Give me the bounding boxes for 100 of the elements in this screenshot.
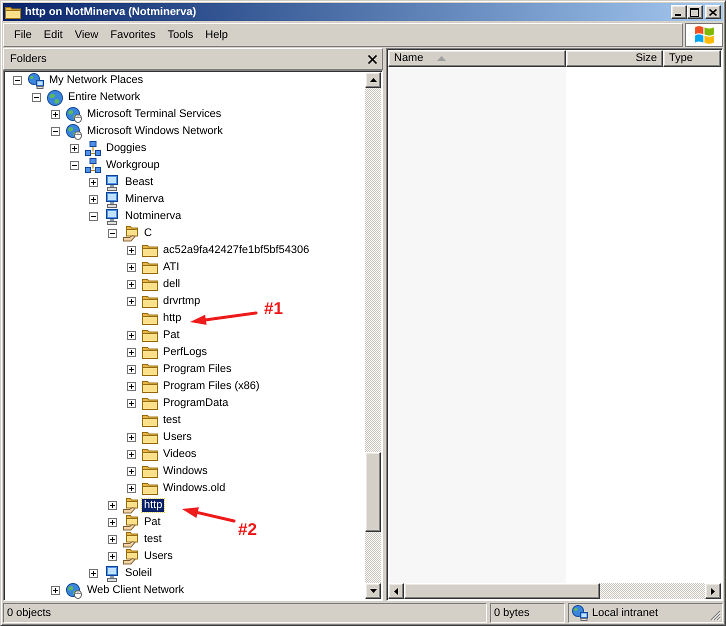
folder-icon (142, 465, 158, 478)
minimize-button[interactable] (671, 5, 687, 19)
total-size: 0 bytes (490, 603, 565, 623)
column-header[interactable]: Name (388, 50, 566, 67)
collapse-toggle[interactable] (32, 93, 41, 102)
tree-item[interactable]: Pat (142, 516, 163, 529)
expand-toggle[interactable] (127, 280, 136, 289)
tree-item[interactable]: Users (161, 431, 194, 444)
expand-toggle[interactable] (89, 195, 98, 204)
tree-item[interactable]: test (142, 533, 164, 546)
scroll-left-button[interactable] (388, 583, 404, 599)
expand-toggle[interactable] (127, 297, 136, 306)
folder-icon (142, 244, 158, 257)
tree-item[interactable]: Beast (123, 176, 156, 189)
globe-mouse-icon (66, 124, 82, 140)
tree-item[interactable]: Workgroup (104, 159, 162, 172)
maximize-icon (690, 8, 699, 16)
computer-icon (106, 566, 118, 582)
tree-item[interactable]: ac52a9fa42427fe1bf5bf54306 (161, 244, 312, 257)
scrollbar-thumb[interactable] (404, 583, 600, 599)
folder-icon (142, 448, 158, 461)
expand-toggle[interactable] (89, 569, 98, 578)
expand-toggle[interactable] (127, 467, 136, 476)
menu-item[interactable]: Edit (38, 26, 69, 44)
folder-icon (142, 261, 158, 274)
maximize-button[interactable] (687, 5, 703, 19)
folder-icon (142, 397, 158, 410)
expand-toggle[interactable] (127, 433, 136, 442)
expand-toggle[interactable] (127, 331, 136, 340)
folder-icon (142, 346, 158, 359)
column-header[interactable]: Type (663, 50, 721, 67)
expand-toggle[interactable] (127, 484, 136, 493)
tree-item[interactable]: Videos (161, 448, 198, 461)
tree-item[interactable]: Soleil (123, 567, 154, 580)
tree-item[interactable]: drvrtmp (161, 295, 202, 308)
expand-toggle[interactable] (108, 501, 117, 510)
tree-item[interactable]: Entire Network (66, 91, 142, 104)
tree-item[interactable]: http (142, 499, 164, 512)
tree-item[interactable]: Users (142, 550, 175, 563)
expand-toggle[interactable] (108, 518, 117, 527)
zone-label: Local intranet (592, 606, 658, 621)
folder-icon (142, 295, 158, 308)
tree-item[interactable]: Windows (161, 465, 210, 478)
collapse-toggle[interactable] (108, 229, 117, 238)
expand-toggle[interactable] (127, 348, 136, 357)
shared-folder-icon (123, 532, 139, 548)
resize-grip-icon[interactable] (710, 610, 721, 621)
expand-toggle[interactable] (108, 535, 117, 544)
menu-item[interactable]: Tools (162, 26, 200, 44)
scroll-right-button[interactable] (705, 583, 721, 599)
scrollbar-thumb[interactable] (365, 452, 381, 532)
collapse-toggle[interactable] (13, 76, 22, 85)
tree-item[interactable]: Program Files (161, 363, 234, 376)
menu-item[interactable]: View (68, 26, 104, 44)
tree-item[interactable]: ATI (161, 261, 182, 274)
tree-item[interactable]: My Network Places (47, 74, 146, 87)
scroll-down-button[interactable] (365, 583, 381, 599)
tree-item[interactable]: Minerva (123, 193, 166, 206)
expand-toggle[interactable] (127, 382, 136, 391)
expand-toggle[interactable] (127, 399, 136, 408)
menu-item[interactable]: Favorites (104, 26, 162, 44)
menu-item[interactable]: File (8, 26, 38, 44)
tree-item[interactable]: ProgramData (161, 397, 230, 410)
tree-item[interactable]: Windows.old (161, 482, 228, 495)
tree-item[interactable]: Microsoft Windows Network (85, 125, 225, 138)
computer-icon (106, 192, 118, 208)
expand-toggle[interactable] (127, 365, 136, 374)
close-icon[interactable] (368, 54, 377, 64)
tree-item[interactable]: Program Files (x86) (161, 380, 262, 393)
triangle-down-icon (370, 589, 376, 593)
collapse-toggle[interactable] (89, 212, 98, 221)
tree-item[interactable]: PerfLogs (161, 346, 210, 359)
tree-item[interactable]: Doggies (104, 142, 148, 155)
folder-icon (5, 6, 21, 18)
tree-item[interactable]: test (161, 414, 183, 427)
menu-item[interactable]: Help (199, 26, 234, 44)
tree-item[interactable]: Notminerva (123, 210, 184, 223)
tree-item[interactable]: Microsoft Terminal Services (85, 108, 224, 121)
tree-item[interactable]: Web Client Network (85, 584, 186, 597)
column-header[interactable]: Size (566, 50, 663, 67)
expand-toggle[interactable] (51, 586, 60, 595)
collapse-toggle[interactable] (51, 127, 60, 136)
expand-toggle[interactable] (108, 552, 117, 561)
computer-icon (106, 174, 118, 190)
expand-toggle[interactable] (70, 144, 79, 153)
expand-toggle[interactable] (127, 450, 136, 459)
expand-toggle[interactable] (51, 110, 60, 119)
tree-item[interactable]: C (142, 227, 154, 240)
expand-toggle[interactable] (127, 263, 136, 272)
scroll-up-button[interactable] (365, 72, 381, 88)
collapse-toggle[interactable] (70, 161, 79, 170)
tree-item[interactable]: dell (161, 278, 182, 291)
object-count: 0 objects (3, 603, 487, 623)
expand-toggle[interactable] (127, 246, 136, 255)
expand-toggle[interactable] (89, 178, 98, 187)
pane-title: Folders (10, 52, 47, 67)
tree-item[interactable]: Pat (161, 329, 182, 342)
close-button[interactable] (705, 5, 721, 19)
close-icon (708, 8, 716, 16)
tree-item[interactable]: http (161, 312, 184, 325)
